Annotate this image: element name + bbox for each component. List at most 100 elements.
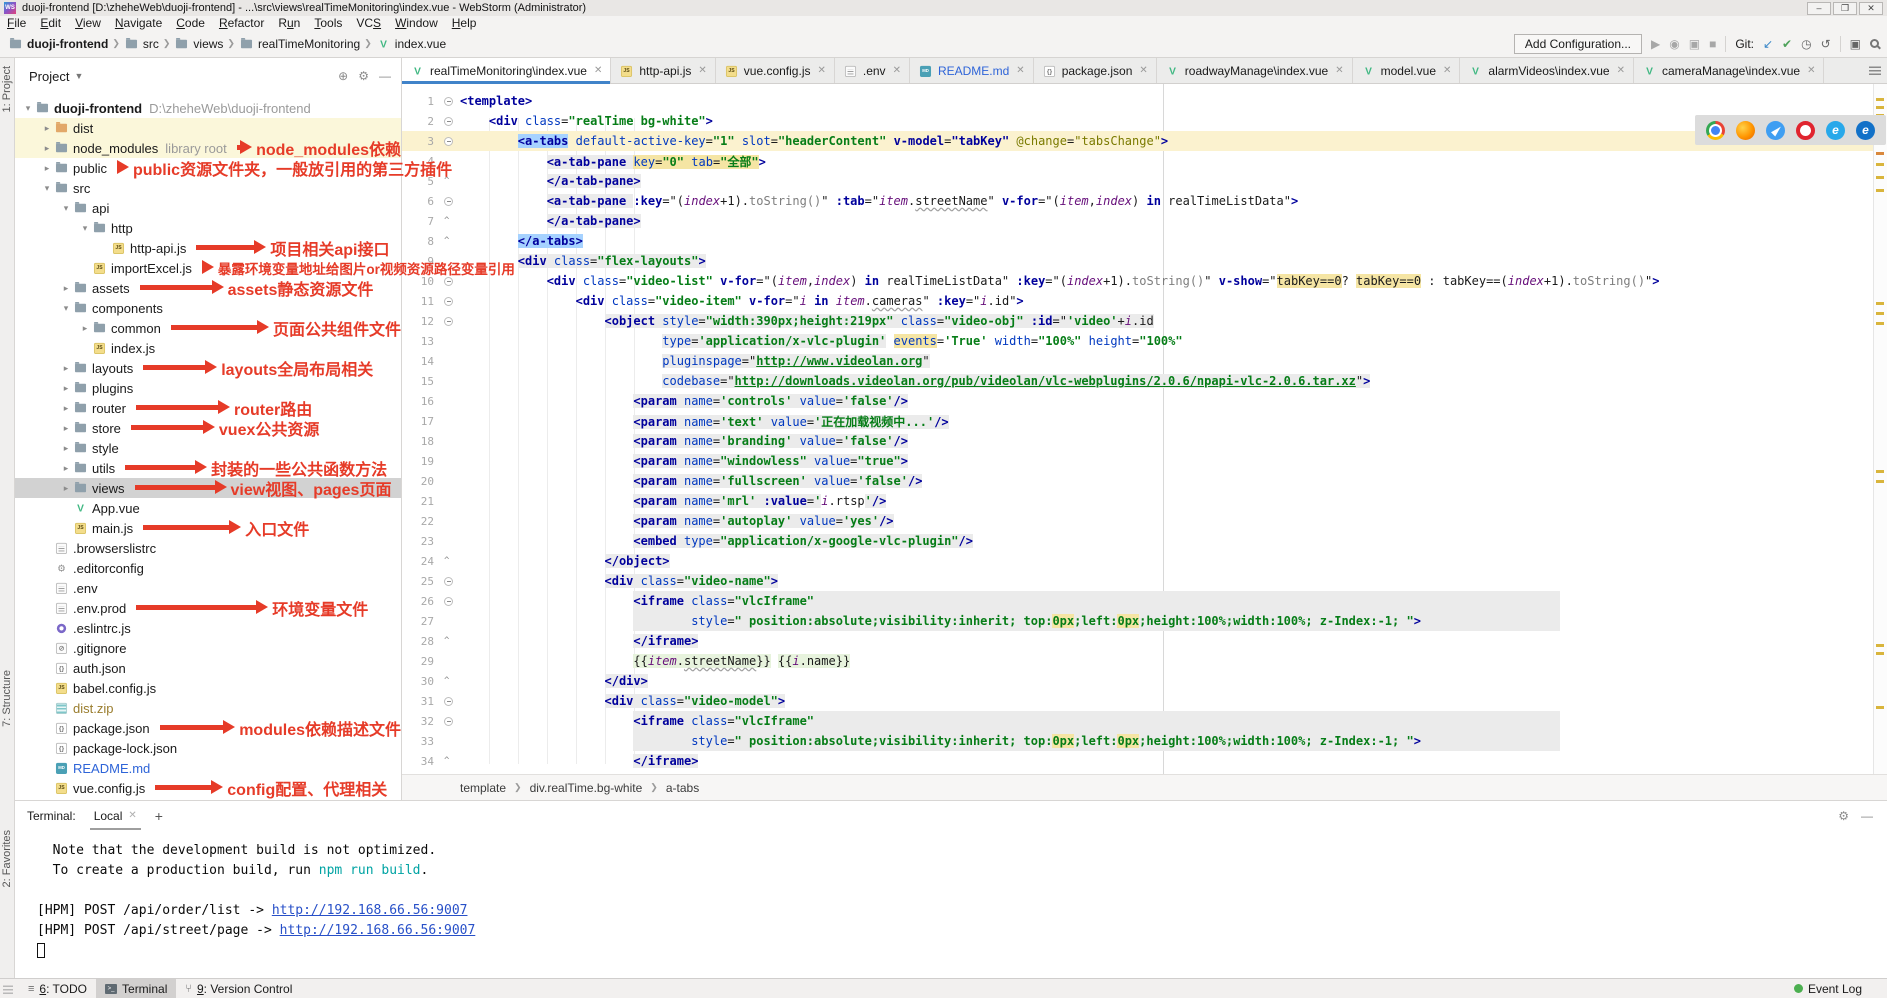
tree-item-dist[interactable]: ▸dist xyxy=(15,118,401,138)
terminal-tab-local[interactable]: Local ✕ xyxy=(90,803,141,830)
terminal-settings-icon[interactable]: ⚙ xyxy=(1838,809,1849,823)
breadcrumb-item-index.vue[interactable]: Vindex.vue xyxy=(376,37,446,51)
git-update-icon[interactable]: ↙ xyxy=(1763,37,1773,51)
terminal-link[interactable]: http://192.168.66.56:9007 xyxy=(272,903,468,918)
code-breadcrumb-item[interactable]: a-tabs xyxy=(666,781,699,795)
editor-tab-.env[interactable]: .env✕ xyxy=(835,58,910,83)
tree-item-store[interactable]: ▸storevuex公共资源 xyxy=(15,418,401,438)
chevron-right-icon[interactable]: ▸ xyxy=(59,363,73,374)
chevron-right-icon[interactable]: ▸ xyxy=(59,483,73,494)
code-breadcrumb-item[interactable]: template xyxy=(460,781,506,795)
chevron-right-icon[interactable]: ▸ xyxy=(59,283,73,294)
tree-item-node_modules[interactable]: ▸node_moduleslibrary rootnode_modules依赖 xyxy=(15,138,401,158)
code-line[interactable]: 8^ </a-tabs> xyxy=(402,231,1873,251)
coverage-icon[interactable]: ▣ xyxy=(1689,37,1700,51)
fold-marker-icon[interactable] xyxy=(444,697,460,706)
code-line[interactable]: 21 <param name='mrl' :value='i.rtsp'/> xyxy=(402,491,1873,511)
code-line[interactable]: 11 <div class="video-item" v-for="i in i… xyxy=(402,291,1873,311)
statusbar-event-log[interactable]: Event Log xyxy=(1785,980,1871,998)
menu-window[interactable]: Window xyxy=(388,16,445,30)
tree-item-common[interactable]: ▸common页面公共组件文件 xyxy=(15,318,401,338)
code-line[interactable]: 24^ </object> xyxy=(402,551,1873,571)
tree-item-api[interactable]: ▾api xyxy=(15,198,401,218)
tree-item-http-api.js[interactable]: JShttp-api.js项目相关api接口 xyxy=(15,238,401,258)
hide-panel-icon[interactable]: — xyxy=(379,69,391,83)
search-icon[interactable] xyxy=(1870,39,1879,48)
fold-marker-icon[interactable]: ^ xyxy=(444,676,460,686)
code-line[interactable]: 12 <object style="width:390px;height:219… xyxy=(402,311,1873,331)
statusbar-todo[interactable]: ≡6: TODO xyxy=(19,979,96,998)
tree-item-src[interactable]: ▾src xyxy=(15,178,401,198)
code-line[interactable]: 1<template> xyxy=(402,91,1873,111)
code-line[interactable]: 4 <a-tab-pane key="0" tab="全部"> xyxy=(402,151,1873,171)
close-icon[interactable]: ✕ xyxy=(1443,65,1451,76)
tree-item-README.md[interactable]: MDREADME.md xyxy=(15,758,401,778)
close-icon[interactable]: ✕ xyxy=(594,65,602,76)
close-icon[interactable]: ✕ xyxy=(1335,65,1343,76)
tree-item-package-lock.json[interactable]: {}package-lock.json xyxy=(15,738,401,758)
editor-tab-README.md[interactable]: MDREADME.md✕ xyxy=(910,58,1034,83)
add-configuration-button[interactable]: Add Configuration... xyxy=(1514,34,1642,54)
chrome-browser-icon[interactable] xyxy=(1706,121,1725,140)
breadcrumb-item-views[interactable]: views xyxy=(174,37,223,51)
editor-tab-alarmVideos-index.vue[interactable]: ValarmVideos\index.vue✕ xyxy=(1460,58,1634,83)
locate-icon[interactable]: ⊕ xyxy=(338,69,348,83)
code-line[interactable]: 23 <embed type="application/x-google-vlc… xyxy=(402,531,1873,551)
chevron-right-icon[interactable]: ▸ xyxy=(40,123,54,134)
debug-icon[interactable]: ◉ xyxy=(1669,37,1679,51)
code-line[interactable]: 33 style=" position:absolute;visibility:… xyxy=(402,731,1873,751)
editor-tab-http-api.js[interactable]: JShttp-api.js✕ xyxy=(611,58,715,83)
tree-item-App.vue[interactable]: VApp.vue xyxy=(15,498,401,518)
chevron-right-icon[interactable]: ▸ xyxy=(40,163,54,174)
tree-item-main.js[interactable]: JSmain.js入口文件 xyxy=(15,518,401,538)
chevron-right-icon[interactable]: ▸ xyxy=(59,423,73,434)
fold-marker-icon[interactable] xyxy=(444,297,460,306)
chevron-down-icon[interactable]: ▾ xyxy=(40,183,54,194)
run-anything-icon[interactable]: ▣ xyxy=(1850,37,1861,51)
tree-item-.env[interactable]: .env xyxy=(15,578,401,598)
git-history-icon[interactable]: ◷ xyxy=(1801,37,1811,51)
tree-item-dist.zip[interactable]: dist.zip xyxy=(15,698,401,718)
code-line[interactable]: 15 codebase="http://downloads.videolan.o… xyxy=(402,371,1873,391)
ie-browser-icon[interactable]: e xyxy=(1826,121,1845,140)
tab-list-button[interactable] xyxy=(1869,58,1887,83)
code-line[interactable]: 18 <param name='branding' value='false'/… xyxy=(402,431,1873,451)
tree-item-public[interactable]: ▸publicpublic资源文件夹，一般放引用的第三方插件 xyxy=(15,158,401,178)
tree-item-.editorconfig[interactable]: ⚙.editorconfig xyxy=(15,558,401,578)
tree-item-duoji-frontend[interactable]: ▾duoji-frontendD:\zheheWeb\duoji-fronten… xyxy=(15,98,401,118)
menu-code[interactable]: Code xyxy=(169,16,212,30)
tree-item-importExcel.js[interactable]: JSimportExcel.js暴露环境变量地址给图片or视频资源路径变量引用 xyxy=(15,258,401,278)
breadcrumb-item-src[interactable]: src xyxy=(124,37,159,51)
editor-tab-vue.config.js[interactable]: JSvue.config.js✕ xyxy=(716,58,835,83)
menu-navigate[interactable]: Navigate xyxy=(108,16,169,30)
tree-item-vue.config.js[interactable]: JSvue.config.jsconfig配置、代理相关 xyxy=(15,778,401,798)
code-line[interactable]: 34^ </iframe> xyxy=(402,751,1873,771)
code-line[interactable]: 30^ </div> xyxy=(402,671,1873,691)
menu-view[interactable]: View xyxy=(68,16,108,30)
tool-window-structure[interactable]: 7: Structure xyxy=(1,670,13,727)
close-icon[interactable]: ✕ xyxy=(1807,65,1815,76)
close-button[interactable]: ✕ xyxy=(1859,2,1883,15)
statusbar-version-control[interactable]: ⑂9: Version Control xyxy=(176,979,301,998)
tree-item-.browserslistrc[interactable]: .browserslistrc xyxy=(15,538,401,558)
menu-tools[interactable]: Tools xyxy=(307,16,349,30)
tree-item-style[interactable]: ▸style xyxy=(15,438,401,458)
maximize-button[interactable]: ❐ xyxy=(1833,2,1857,15)
error-stripe-scrollbar[interactable] xyxy=(1873,84,1887,774)
code-line[interactable]: 14 pluginspage="http://www.videolan.org" xyxy=(402,351,1873,371)
menu-edit[interactable]: Edit xyxy=(33,16,68,30)
chevron-down-icon[interactable]: ▾ xyxy=(59,303,73,314)
code-line[interactable]: 5^ </a-tab-pane> xyxy=(402,171,1873,191)
minimize-button[interactable]: – xyxy=(1807,2,1831,15)
tool-window-project[interactable]: 1: Project xyxy=(1,66,13,112)
safari-browser-icon[interactable] xyxy=(1766,121,1785,140)
fold-marker-icon[interactable] xyxy=(444,317,460,326)
tree-item-index.js[interactable]: JSindex.js xyxy=(15,338,401,358)
chevron-right-icon[interactable]: ▸ xyxy=(59,463,73,474)
code-breadcrumb-item[interactable]: div.realTime.bg-white xyxy=(530,781,643,795)
chevron-right-icon[interactable]: ▸ xyxy=(78,323,92,334)
code-line[interactable]: 10 <div class="video-list" v-for="(item,… xyxy=(402,271,1873,291)
editor-tab-roadwayManage-index.vue[interactable]: VroadwayManage\index.vue✕ xyxy=(1157,58,1353,83)
fold-marker-icon[interactable]: ^ xyxy=(444,556,460,566)
code-line[interactable]: 25 <div class="video-name"> xyxy=(402,571,1873,591)
